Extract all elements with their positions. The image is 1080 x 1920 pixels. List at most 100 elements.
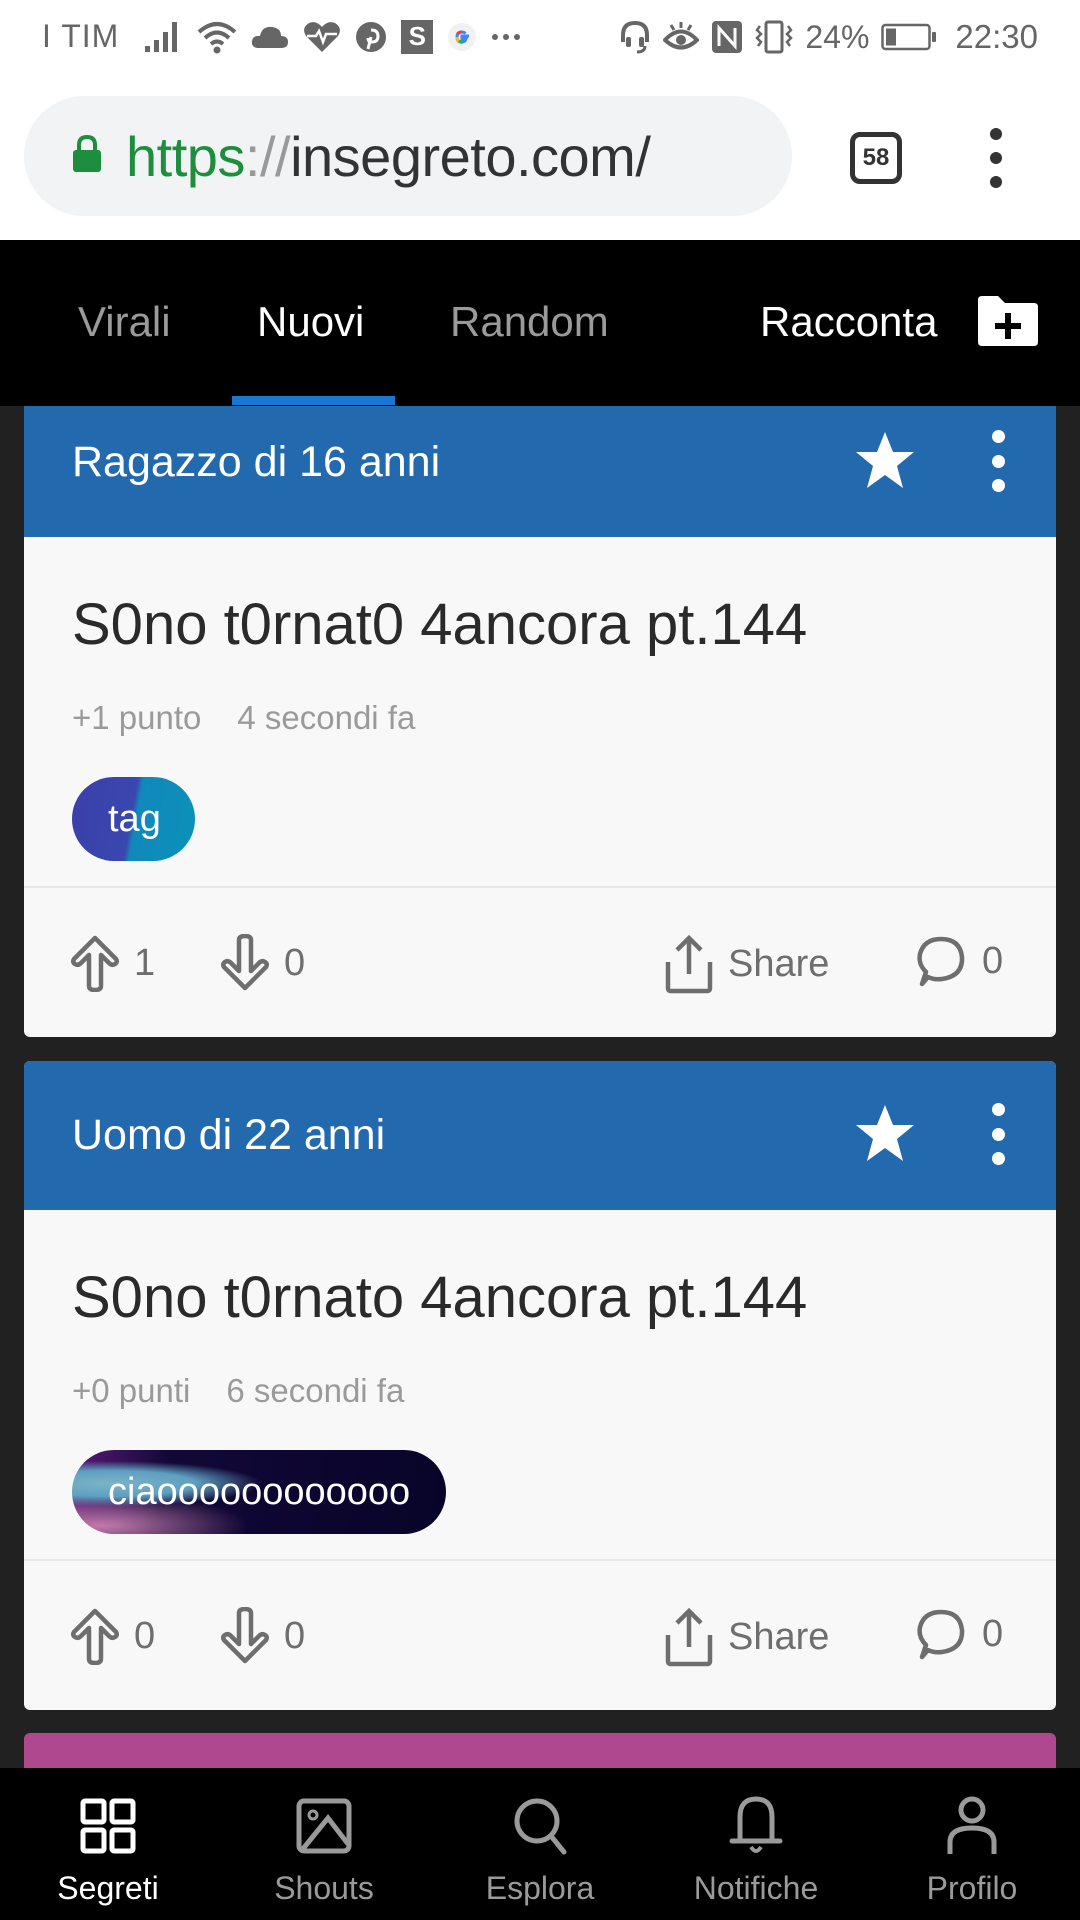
nav-label: Esplora bbox=[485, 1870, 595, 1906]
post-meta: +1 punto 4 secondi fa bbox=[72, 699, 415, 737]
nav-label: Segreti bbox=[57, 1870, 159, 1906]
downvote-count: 0 bbox=[284, 941, 306, 984]
nav-shouts[interactable]: Shouts bbox=[216, 1768, 432, 1920]
share-button[interactable]: Share bbox=[664, 934, 829, 994]
tab-random[interactable]: Random bbox=[450, 298, 609, 346]
comment-count: 0 bbox=[982, 939, 1004, 982]
browser-menu-button[interactable] bbox=[976, 128, 1016, 188]
eye-icon bbox=[663, 19, 700, 55]
post-menu-button[interactable] bbox=[988, 1103, 1008, 1165]
post-body[interactable]: S0no t0rnat0 4ancora pt.144 +1 punto 4 s… bbox=[24, 537, 1056, 886]
kebab-dot bbox=[990, 152, 1002, 164]
status-bar: I TIM S 24% 22:30 bbox=[0, 0, 1080, 76]
kebab-dot bbox=[991, 454, 1005, 468]
kebab-dot bbox=[991, 430, 1005, 443]
battery-icon bbox=[881, 19, 937, 55]
bottom-nav: Segreti Shouts Esplora Notifiche Profilo bbox=[0, 1768, 1080, 1920]
post-author: Ragazzo di 16 anni bbox=[72, 438, 441, 486]
grid-icon bbox=[80, 1796, 136, 1856]
address-bar[interactable]: https://insegreto.com/ bbox=[24, 96, 792, 216]
comments-button[interactable]: 0 bbox=[914, 1607, 1003, 1661]
site-nav: Virali Nuovi Random Racconta bbox=[0, 240, 1080, 406]
share-label: Share bbox=[728, 1615, 830, 1658]
tag-chip[interactable]: ciaoooooooooooo bbox=[72, 1450, 446, 1534]
post-header-peek[interactable] bbox=[24, 1733, 1056, 1768]
nav-label: Shouts bbox=[274, 1870, 374, 1906]
post-header: Uomo di 22 anni bbox=[24, 1061, 1056, 1210]
url-text[interactable]: https://insegreto.com/ bbox=[126, 124, 651, 189]
active-tab-indicator bbox=[232, 396, 395, 405]
share-label: Share bbox=[728, 942, 830, 985]
tag-label: tag bbox=[108, 797, 161, 840]
post-body[interactable]: S0no t0rnato 4ancora pt.144 +0 punti 6 s… bbox=[24, 1210, 1056, 1559]
carrier-name: I TIM bbox=[42, 18, 120, 54]
nav-label: Profilo bbox=[926, 1870, 1018, 1906]
pinterest-icon bbox=[355, 19, 387, 55]
browser-toolbar: https://insegreto.com/ 58 bbox=[0, 76, 1080, 240]
post-title[interactable]: S0no t0rnato 4ancora pt.144 bbox=[72, 1264, 807, 1331]
nav-segreti[interactable]: Segreti bbox=[0, 1768, 216, 1920]
tag-chip[interactable]: tag bbox=[72, 777, 195, 861]
post-points: +1 punto bbox=[72, 699, 202, 736]
vibrate-icon bbox=[755, 19, 794, 55]
kebab-dot bbox=[990, 128, 1002, 140]
post-points: +0 punti bbox=[72, 1372, 191, 1409]
image-icon bbox=[296, 1796, 352, 1856]
bell-icon bbox=[726, 1796, 786, 1856]
url-host: insegreto.com/ bbox=[290, 124, 651, 188]
post-actions: 1 0 Share 0 bbox=[24, 888, 1056, 1037]
racconta-button[interactable]: Racconta bbox=[760, 298, 937, 346]
post-title[interactable]: S0no t0rnat0 4ancora pt.144 bbox=[72, 591, 807, 658]
kebab-dot bbox=[990, 176, 1002, 188]
share-button[interactable]: Share bbox=[664, 1607, 829, 1667]
s-app-icon: S bbox=[401, 19, 434, 54]
comment-count: 0 bbox=[982, 1612, 1004, 1655]
google-icon bbox=[447, 19, 477, 55]
search-icon bbox=[512, 1796, 568, 1856]
wifi-icon bbox=[197, 19, 237, 55]
nav-esplora[interactable]: Esplora bbox=[432, 1768, 648, 1920]
nav-profilo[interactable]: Profilo bbox=[864, 1768, 1080, 1920]
kebab-dot bbox=[991, 1127, 1005, 1141]
tab-nuovi[interactable]: Nuovi bbox=[257, 298, 364, 346]
tag-label: ciaoooooooooooo bbox=[108, 1470, 411, 1513]
upvote-count: 1 bbox=[134, 941, 156, 984]
kebab-dot bbox=[991, 1152, 1005, 1165]
more-dots-icon bbox=[491, 19, 521, 55]
nfc-icon bbox=[711, 19, 743, 55]
kebab-dot bbox=[991, 479, 1005, 492]
post-card: Ragazzo di 16 anni S0no t0rnat0 4ancora … bbox=[24, 406, 1056, 1037]
profile-icon bbox=[944, 1796, 1000, 1856]
downvote-button[interactable]: 0 bbox=[220, 1607, 305, 1665]
downvote-button[interactable]: 0 bbox=[220, 934, 305, 992]
cloud-icon bbox=[251, 19, 289, 55]
headset-icon bbox=[619, 19, 651, 55]
post-author: Uomo di 22 anni bbox=[72, 1111, 386, 1159]
comments-button[interactable]: 0 bbox=[914, 934, 1003, 988]
post-card: Uomo di 22 anni S0no t0rnato 4ancora pt.… bbox=[24, 1061, 1056, 1710]
signal-icon bbox=[143, 19, 183, 55]
new-story-folder-icon[interactable] bbox=[978, 296, 1038, 351]
upvote-button[interactable]: 1 bbox=[70, 934, 155, 992]
upvote-button[interactable]: 0 bbox=[70, 1607, 155, 1665]
post-menu-button[interactable] bbox=[988, 430, 1008, 492]
nav-notifiche[interactable]: Notifiche bbox=[648, 1768, 864, 1920]
url-separator: :// bbox=[244, 124, 291, 188]
url-scheme: https bbox=[126, 124, 245, 188]
nav-label: Notifiche bbox=[693, 1870, 819, 1906]
upvote-count: 0 bbox=[134, 1614, 156, 1657]
post-time: 4 secondi fa bbox=[237, 699, 416, 736]
heart-rate-icon bbox=[303, 19, 341, 55]
battery-percent: 24% bbox=[805, 18, 870, 55]
post-time: 6 secondi fa bbox=[226, 1372, 405, 1409]
tab-switcher-button[interactable]: 58 bbox=[850, 132, 902, 184]
kebab-dot bbox=[991, 1103, 1005, 1116]
lock-icon[interactable] bbox=[72, 134, 102, 179]
feed[interactable]: Ragazzo di 16 anni S0no t0rnat0 4ancora … bbox=[0, 406, 1080, 1768]
tab-virali[interactable]: Virali bbox=[78, 298, 171, 346]
post-meta: +0 punti 6 secondi fa bbox=[72, 1372, 404, 1410]
downvote-count: 0 bbox=[284, 1614, 306, 1657]
tab-count: 58 bbox=[862, 144, 890, 171]
star-icon[interactable] bbox=[854, 1103, 916, 1168]
star-icon[interactable] bbox=[854, 430, 916, 495]
